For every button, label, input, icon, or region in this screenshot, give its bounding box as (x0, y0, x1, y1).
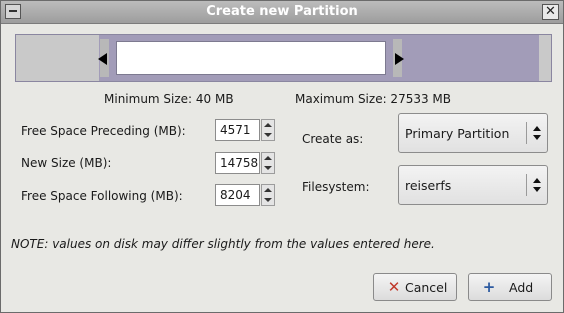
filesystem-dropdown[interactable]: reiserfs (398, 165, 548, 205)
filesystem-label: Filesystem: (302, 180, 370, 194)
title-bar[interactable]: Create new Partition ✕ (1, 1, 563, 24)
chevron-updown-icon (533, 178, 541, 194)
create-as-dropdown[interactable]: Primary Partition (398, 113, 548, 153)
free-space-following-spinner[interactable]: 8204 (215, 184, 277, 208)
create-as-label: Create as: (302, 132, 364, 146)
cancel-label: Cancel (405, 280, 448, 295)
resize-left-handle[interactable] (98, 39, 109, 77)
add-label: Add (509, 280, 534, 295)
free-space-preceding-label: Free Space Preceding (MB): (21, 124, 186, 138)
spin-up-icon[interactable] (264, 123, 272, 127)
chevron-updown-icon (533, 126, 541, 142)
spin-down-icon[interactable] (264, 133, 272, 137)
new-size-input[interactable]: 14758 (215, 152, 260, 174)
free-space-following-area (539, 35, 551, 81)
spinner-buttons[interactable] (261, 119, 275, 141)
free-space-preceding-input[interactable]: 4571 (215, 119, 260, 141)
spinner-buttons[interactable] (261, 184, 275, 206)
spinner-buttons[interactable] (261, 152, 275, 174)
maximum-size-label: Maximum Size: 27533 MB (295, 92, 452, 106)
add-button[interactable]: + Add (468, 273, 552, 301)
new-partition-block[interactable] (116, 41, 386, 75)
window-title: Create new Partition (206, 4, 358, 19)
free-space-preceding-spinner[interactable]: 4571 (215, 119, 277, 143)
create-as-value: Primary Partition (405, 126, 510, 141)
new-size-label: New Size (MB): (21, 156, 112, 170)
close-icon[interactable]: ✕ (542, 4, 559, 20)
minimum-size-label: Minimum Size: 40 MB (104, 92, 234, 106)
new-size-spinner[interactable]: 14758 (215, 152, 277, 176)
free-space-following-label: Free Space Following (MB): (21, 189, 183, 203)
filesystem-value: reiserfs (405, 178, 452, 193)
create-partition-dialog: Create new Partition ✕ Minimum Size: 40 … (0, 0, 564, 313)
resize-right-handle[interactable] (393, 39, 404, 77)
partition-resizer[interactable] (15, 34, 552, 82)
spin-up-icon[interactable] (264, 156, 272, 160)
cancel-button[interactable]: ✕ Cancel (373, 273, 457, 301)
cancel-icon: ✕ (387, 278, 401, 296)
free-space-preceding-area (16, 35, 99, 81)
disk-note: NOTE: values on disk may differ slightly… (11, 237, 435, 251)
spin-down-icon[interactable] (264, 166, 272, 170)
dropdown-separator (526, 174, 527, 196)
dropdown-separator (526, 122, 527, 144)
add-icon: + (482, 278, 496, 296)
spin-up-icon[interactable] (264, 188, 272, 192)
free-space-following-input[interactable]: 8204 (215, 184, 260, 206)
spin-down-icon[interactable] (264, 198, 272, 202)
